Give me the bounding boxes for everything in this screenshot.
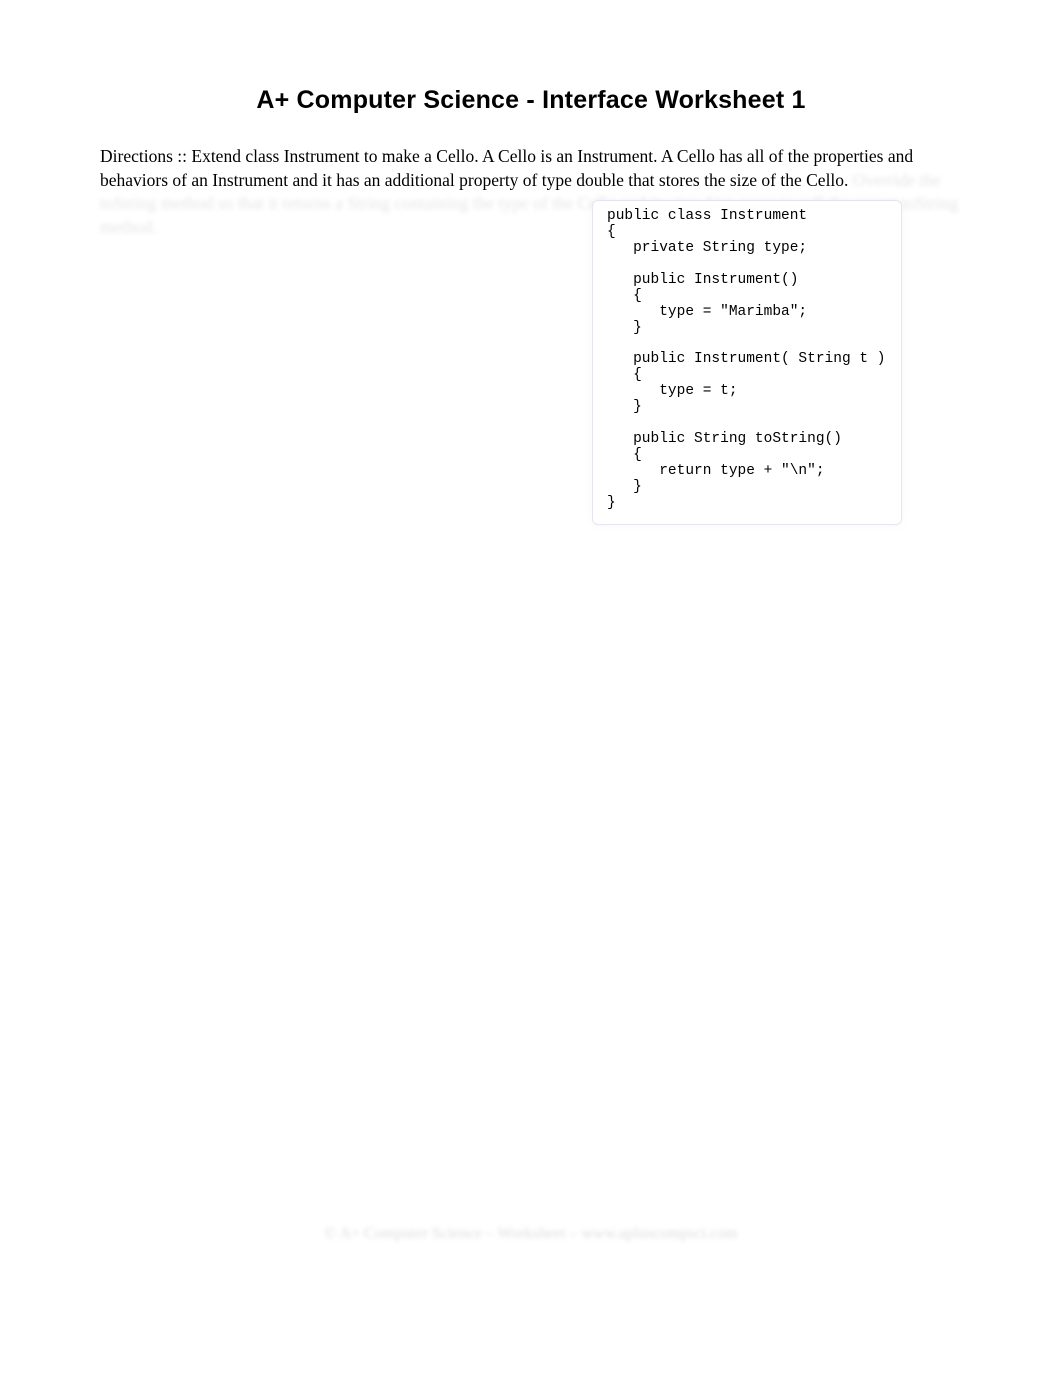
code-box: public class Instrument { private String… bbox=[592, 200, 902, 525]
page-footer: © A+ Computer Science – Worksheet – www.… bbox=[0, 1225, 1062, 1243]
directions-label: Directions :: bbox=[100, 146, 187, 166]
worksheet-page: A+ Computer Science - Interface Workshee… bbox=[0, 0, 1062, 1377]
page-title: A+ Computer Science - Interface Workshee… bbox=[100, 86, 962, 115]
directions-text: Extend class Instrument to make a Cello.… bbox=[100, 146, 913, 190]
instrument-class-code: public class Instrument { private String… bbox=[607, 209, 891, 512]
